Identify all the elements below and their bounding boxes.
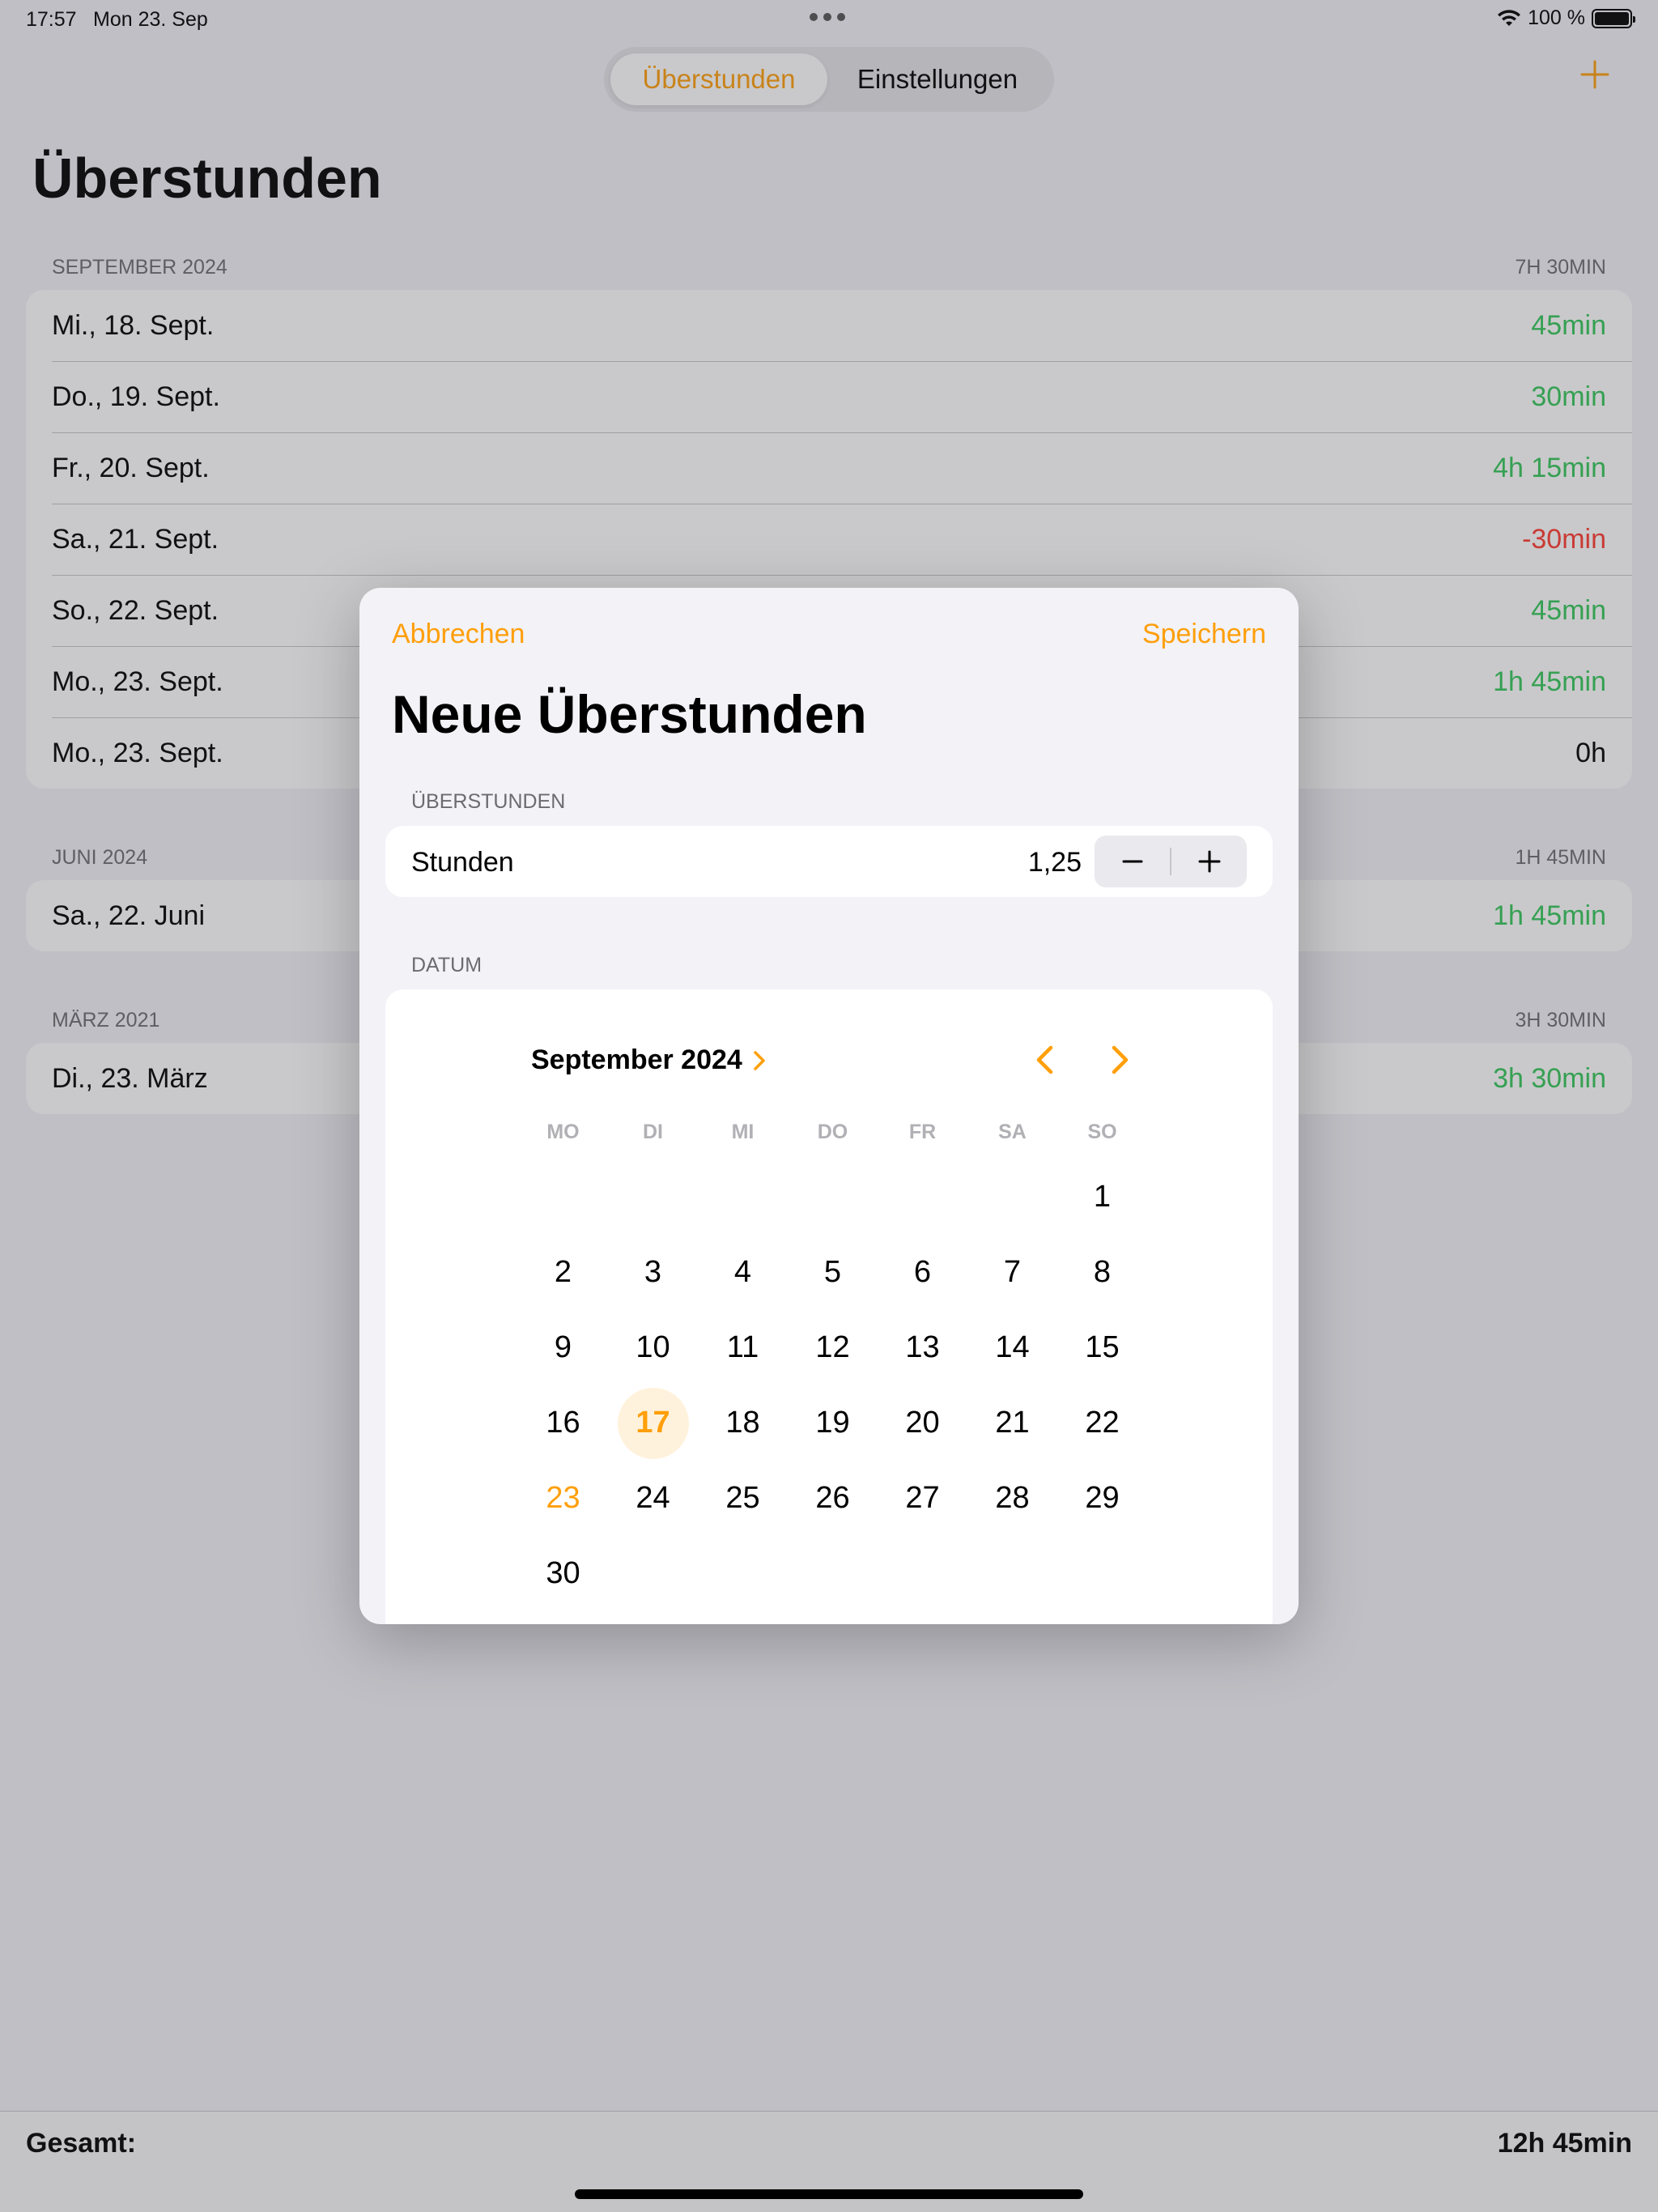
day-number: 11 xyxy=(726,1330,759,1364)
cancel-button[interactable]: Abbrechen xyxy=(392,619,525,650)
increment-button[interactable] xyxy=(1171,836,1247,887)
day-number: 27 xyxy=(905,1481,940,1515)
empty-day-cell xyxy=(698,1159,788,1235)
day-number: 19 xyxy=(815,1406,850,1440)
hours-row: Stunden 1,25 xyxy=(385,826,1273,897)
day-number: 22 xyxy=(1085,1406,1120,1440)
day-number: 16 xyxy=(546,1406,580,1440)
weekday-header: MO DI MI DO FR SA SO xyxy=(518,1121,1147,1144)
hours-stepper xyxy=(1095,836,1247,887)
empty-day-cell xyxy=(967,1159,1057,1235)
empty-day-cell xyxy=(788,1159,878,1235)
day-number: 26 xyxy=(815,1481,850,1515)
calendar-day[interactable]: 7 xyxy=(967,1235,1057,1310)
next-month-button[interactable] xyxy=(1099,1040,1140,1080)
calendar-day[interactable]: 1 xyxy=(1057,1159,1147,1235)
calendar-day[interactable]: 16 xyxy=(518,1385,608,1461)
calendar-day[interactable]: 14 xyxy=(967,1310,1057,1385)
calendar-day[interactable]: 28 xyxy=(967,1461,1057,1536)
day-number: 30 xyxy=(546,1556,580,1590)
weekday-label: MI xyxy=(731,1121,755,1143)
hours-value: 1,25 xyxy=(1027,847,1082,878)
day-number: 20 xyxy=(905,1406,940,1440)
calendar-day[interactable]: 3 xyxy=(608,1235,698,1310)
empty-day-cell xyxy=(878,1159,967,1235)
calendar-day[interactable]: 19 xyxy=(788,1385,878,1461)
calendar-day[interactable]: 15 xyxy=(1057,1310,1147,1385)
empty-day-cell xyxy=(608,1159,698,1235)
calendar-day[interactable]: 29 xyxy=(1057,1461,1147,1536)
month-year-picker[interactable]: September 2024 xyxy=(531,1044,767,1076)
day-number: 28 xyxy=(995,1481,1030,1515)
chevron-right-icon xyxy=(754,1050,765,1070)
calendar-day[interactable]: 6 xyxy=(878,1235,967,1310)
hours-section-header: ÜBERSTUNDEN xyxy=(411,790,566,813)
calendar-day[interactable]: 13 xyxy=(878,1310,967,1385)
day-number: 1 xyxy=(1093,1180,1112,1214)
save-button[interactable]: Speichern xyxy=(1142,619,1266,650)
date-picker: September 2024 MO DI MI DO FR SA SO 1234567891… xyxy=(385,989,1273,1624)
day-number: 7 xyxy=(1003,1255,1022,1289)
day-number: 25 xyxy=(725,1481,760,1515)
plus-icon xyxy=(1198,850,1220,873)
calendar-day[interactable]: 5 xyxy=(788,1235,878,1310)
day-number: 9 xyxy=(554,1330,572,1364)
calendar-day[interactable]: 24 xyxy=(608,1461,698,1536)
date-section-header: DATUM xyxy=(411,954,483,976)
new-overtime-sheet: Abbrechen Speichern Neue Überstunden ÜBE… xyxy=(359,588,1299,1624)
calendar-day[interactable]: 2 xyxy=(518,1235,608,1310)
calendar-day[interactable]: 18 xyxy=(698,1385,788,1461)
calendar-day[interactable]: 22 xyxy=(1057,1385,1147,1461)
day-number: 10 xyxy=(636,1330,670,1364)
weekday-label: FR xyxy=(908,1121,937,1143)
day-number: 2 xyxy=(554,1255,572,1289)
day-number: 18 xyxy=(725,1406,760,1440)
day-number: 3 xyxy=(644,1255,662,1289)
day-number: 21 xyxy=(995,1406,1030,1440)
calendar-day[interactable]: 20 xyxy=(878,1385,967,1461)
day-number: 6 xyxy=(913,1255,932,1289)
calendar-day[interactable]: 11 xyxy=(698,1310,788,1385)
home-indicator[interactable] xyxy=(575,2189,1083,2199)
day-number: 29 xyxy=(1085,1481,1120,1515)
decrement-button[interactable] xyxy=(1095,836,1170,887)
calendar-day[interactable]: 21 xyxy=(967,1385,1057,1461)
minus-icon xyxy=(1122,860,1142,863)
calendar-day[interactable]: 26 xyxy=(788,1461,878,1536)
chevron-right-icon xyxy=(1112,1045,1129,1074)
day-number: 4 xyxy=(733,1255,752,1289)
calendar-day[interactable]: 4 xyxy=(698,1235,788,1310)
calendar-day[interactable]: 17 xyxy=(608,1385,698,1461)
calendar-day[interactable]: 25 xyxy=(698,1461,788,1536)
calendar-day[interactable]: 30 xyxy=(518,1536,608,1611)
sheet-title: Neue Überstunden xyxy=(392,684,867,744)
day-number: 5 xyxy=(823,1255,842,1289)
weekday-label: MO xyxy=(546,1121,580,1143)
calendar-day[interactable]: 12 xyxy=(788,1310,878,1385)
day-number: 23 xyxy=(546,1481,580,1515)
calendar-day[interactable]: 9 xyxy=(518,1310,608,1385)
calendar-days-grid: 1 2 3 4 5 6 7 8 9 10 11 12 13 14 15 16 17 18 19 20 21 22 23 24 2… xyxy=(518,1159,1147,1611)
day-number: 12 xyxy=(815,1330,850,1364)
previous-month-button[interactable] xyxy=(1025,1040,1065,1080)
day-number: 17 xyxy=(636,1406,670,1440)
weekday-label: DI xyxy=(643,1121,663,1143)
empty-day-cell xyxy=(518,1159,608,1235)
month-label: September 2024 xyxy=(531,1044,742,1075)
calendar-day[interactable]: 27 xyxy=(878,1461,967,1536)
day-number: 14 xyxy=(995,1330,1030,1364)
hours-label: Stunden xyxy=(411,847,514,878)
calendar-day[interactable]: 8 xyxy=(1057,1235,1147,1310)
weekday-label: DO xyxy=(817,1121,848,1143)
weekday-label: SA xyxy=(998,1121,1027,1143)
calendar-day[interactable]: 23 xyxy=(518,1461,608,1536)
chevron-left-icon xyxy=(1036,1045,1053,1074)
calendar-day[interactable]: 10 xyxy=(608,1310,698,1385)
day-number: 13 xyxy=(905,1330,940,1364)
day-number: 15 xyxy=(1085,1330,1120,1364)
weekday-label: SO xyxy=(1087,1121,1117,1143)
day-number: 8 xyxy=(1093,1255,1112,1289)
day-number: 24 xyxy=(636,1481,670,1515)
